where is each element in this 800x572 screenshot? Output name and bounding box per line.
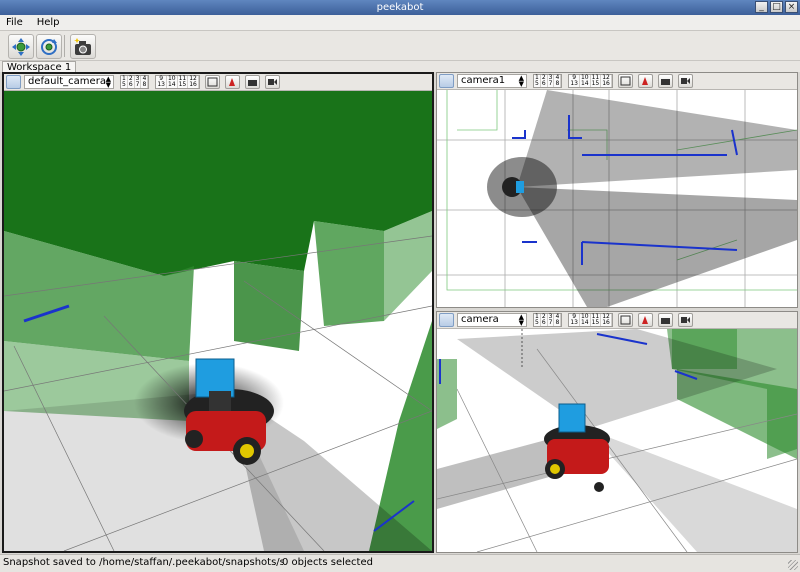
move-icon <box>12 37 30 56</box>
layout-cell[interactable]: 6 <box>541 81 548 87</box>
layout-cell[interactable]: 8 <box>554 81 562 87</box>
status-message: Snapshot saved to /home/staffan/.peekabo… <box>3 557 283 568</box>
viewport-layout-grid-2[interactable]: 9 10 11 12 13 14 15 16 <box>155 75 200 89</box>
snapshot-button[interactable] <box>70 34 96 59</box>
perspective-viewport-canvas[interactable] <box>437 329 797 552</box>
camera-select-value: camera <box>461 314 499 325</box>
filter-icon[interactable] <box>439 313 454 327</box>
status-bar: Snapshot saved to /home/staffan/.peekabo… <box>0 554 800 572</box>
view-toolbar: default_camera ▲ ▼ 1234 5678 9 10 11 12 13 14… <box>4 74 432 91</box>
top-viewport-canvas[interactable] <box>437 90 797 307</box>
layout-cell[interactable]: 7 <box>548 81 555 87</box>
layout-cell[interactable]: 14 <box>580 81 591 87</box>
camera-select-value: default_camera <box>28 76 106 87</box>
wall-right-top <box>314 221 384 326</box>
top-scene <box>437 90 797 307</box>
toolbar-separator <box>64 35 65 57</box>
layout-cell[interactable]: 7 <box>548 320 555 326</box>
menu-bar: File Help <box>0 15 800 31</box>
layout-cell[interactable]: 5 <box>121 82 128 88</box>
camera-snapshot-icon[interactable] <box>657 74 673 88</box>
record-icon[interactable] <box>264 75 280 89</box>
minimize-button[interactable]: _ <box>755 1 768 13</box>
camera-snapshot-icon[interactable] <box>244 75 260 89</box>
view-toolbar: camera ▲ ▼ 1234 5678 9 10 11 12 13 14 15 16 <box>437 312 797 329</box>
layout-cell[interactable]: 16 <box>601 320 612 326</box>
orthographic-icon[interactable] <box>637 74 653 88</box>
window-title: peekabot <box>376 2 424 13</box>
layout-cell[interactable]: 8 <box>554 320 562 326</box>
resize-grip-icon[interactable] <box>788 560 798 570</box>
top-down-view[interactable]: camera1 ▲ ▼ 1234 5678 9 10 11 12 13 14 15 16 <box>436 72 798 308</box>
main-3d-view[interactable]: default_camera ▲ ▼ 1234 5678 9 10 11 12 13 14… <box>2 72 434 553</box>
save-view-icon[interactable] <box>617 313 633 327</box>
menu-help[interactable]: Help <box>37 17 60 28</box>
camera-snapshot-icon[interactable] <box>657 313 673 327</box>
window-controls: _ □ × <box>755 1 798 13</box>
view-toolbar: camera1 ▲ ▼ 1234 5678 9 10 11 12 13 14 15 16 <box>437 73 797 90</box>
top-robot-sensor <box>516 181 524 193</box>
workspace-area: default_camera ▲ ▼ 1234 5678 9 10 11 12 13 14… <box>0 72 800 554</box>
layout-cell[interactable]: 6 <box>541 320 548 326</box>
save-view-icon[interactable] <box>204 75 220 89</box>
viewport-layout-grid[interactable]: 1234 5678 <box>533 313 563 327</box>
perspective-view[interactable]: camera ▲ ▼ 1234 5678 9 10 11 12 13 14 15 16 <box>436 311 798 553</box>
menu-file[interactable]: File <box>6 17 23 28</box>
viewport-layout-grid-2[interactable]: 9 10 11 12 13 14 15 16 <box>568 74 613 88</box>
record-icon[interactable] <box>677 313 693 327</box>
layout-cell[interactable]: 14 <box>167 82 178 88</box>
filter-icon[interactable] <box>439 74 454 88</box>
spin-arrows-icon: ▲ ▼ <box>518 313 524 327</box>
layout-cell[interactable]: 6 <box>128 82 135 88</box>
rotate-icon <box>41 38 57 55</box>
spin-arrows-icon: ▲ ▼ <box>105 75 111 89</box>
viewport-layout-grid[interactable]: 1234 5678 <box>533 74 563 88</box>
spin-arrows-icon: ▲ ▼ <box>518 74 524 88</box>
main-viewport-canvas[interactable] <box>4 91 432 551</box>
selection-count: 0 objects selected <box>282 557 373 568</box>
layout-cell[interactable]: 15 <box>178 82 189 88</box>
save-view-icon[interactable] <box>617 74 633 88</box>
viewport-layout-grid[interactable]: 1234 5678 <box>120 75 150 89</box>
camera-select-value: camera1 <box>461 75 506 86</box>
rotate-tool-button[interactable] <box>36 34 62 59</box>
wall-mid <box>234 261 304 351</box>
layout-cell[interactable]: 13 <box>569 320 580 326</box>
maximize-button[interactable]: □ <box>770 1 783 13</box>
perspective-scene <box>437 329 797 552</box>
record-icon[interactable] <box>677 74 693 88</box>
layout-cell[interactable]: 15 <box>591 320 602 326</box>
filter-icon[interactable] <box>6 75 21 89</box>
camera-select[interactable]: default_camera ▲ ▼ <box>24 75 114 89</box>
window-titlebar: peekabot _ □ × <box>0 0 800 15</box>
snapshot-camera-icon <box>74 37 91 55</box>
orthographic-icon[interactable] <box>224 75 240 89</box>
main-scene <box>4 91 432 551</box>
layout-cell[interactable]: 8 <box>141 82 149 88</box>
layout-cell[interactable]: 13 <box>569 81 580 87</box>
orthographic-icon[interactable] <box>637 313 653 327</box>
camera-select[interactable]: camera ▲ ▼ <box>457 313 527 327</box>
close-button[interactable]: × <box>785 1 798 13</box>
camera-select[interactable]: camera1 ▲ ▼ <box>457 74 527 88</box>
layout-cell[interactable]: 5 <box>534 320 541 326</box>
viewport-layout-grid-2[interactable]: 9 10 11 12 13 14 15 16 <box>568 313 613 327</box>
layout-cell[interactable]: 16 <box>188 82 199 88</box>
layout-cell[interactable]: 7 <box>135 82 142 88</box>
layout-cell[interactable]: 5 <box>534 81 541 87</box>
move-tool-button[interactable] <box>8 34 34 59</box>
layout-cell[interactable]: 16 <box>601 81 612 87</box>
layout-cell[interactable]: 15 <box>591 81 602 87</box>
layout-cell[interactable]: 14 <box>580 320 591 326</box>
main-toolbar <box>0 31 800 61</box>
layout-cell[interactable]: 13 <box>156 82 167 88</box>
